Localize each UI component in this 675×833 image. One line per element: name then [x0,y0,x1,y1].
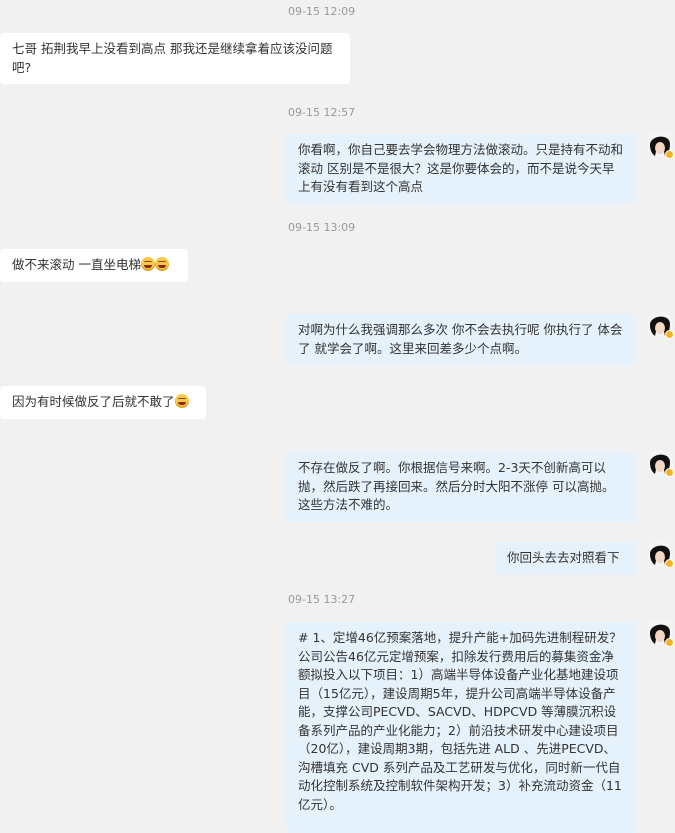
laughing-tears-emoji-icon [154,257,169,271]
message-text: 你看啊，你自己要去学会物理方法做滚动。只是持有不动和滚动 区别是不是很大？这是你… [298,142,624,194]
verified-badge-icon [665,468,674,477]
laughing-tears-emoji-icon [174,394,189,408]
incoming-message[interactable]: 做不来滚动 一直坐电梯 [0,249,188,282]
timestamp: 09-15 13:27 [288,593,356,606]
outgoing-message[interactable]: 你回头去去对照看下 [495,542,637,575]
outgoing-message[interactable]: 对啊为什么我强调那么多次 你不会去执行呢 你执行了 体会了 就学会了啊。这里来回… [286,314,637,365]
message-text: 对啊为什么我强调那么多次 你不会去执行呢 你执行了 体会了 就学会了啊。这里来回… [298,322,623,356]
laughing-tears-emoji-icon [140,257,155,271]
message-text: 因为有时候做反了后就不敢了 [12,394,175,409]
timestamp: 09-15 12:09 [288,5,356,18]
incoming-message[interactable]: 七哥 拓荆我早上没看到高点 那我还是继续拿着应该没问题吧? [0,33,350,84]
message-text: 七哥 拓荆我早上没看到高点 那我还是继续拿着应该没问题吧? [12,41,333,75]
verified-badge-icon [665,559,674,568]
verified-badge-icon [665,150,674,159]
timestamp: 09-15 13:09 [288,221,356,234]
outgoing-message[interactable]: 不存在做反了啊。你根据信号来啊。2-3天不创新高可以抛，然后跌了再接回来。然后分… [286,452,637,522]
message-text: 不存在做反了啊。你根据信号来啊。2-3天不创新高可以抛，然后跌了再接回来。然后分… [298,460,615,512]
message-text: 做不来滚动 一直坐电梯 [12,257,141,272]
timestamp: 09-15 12:57 [288,106,356,119]
incoming-message[interactable]: 因为有时候做反了后就不敢了 [0,386,206,419]
verified-badge-icon [665,638,674,647]
message-text: 你回头去去对照看下 [507,550,620,565]
outgoing-message[interactable]: 你看啊，你自己要去学会物理方法做滚动。只是持有不动和滚动 区别是不是很大？这是你… [286,134,637,204]
message-text: # 1、定增46亿预案落地，提升产能+加码先进制程研发？公司公告46亿元定增预案… [298,630,622,812]
outgoing-message[interactable]: # 1、定增46亿预案落地，提升产能+加码先进制程研发？公司公告46亿元定增预案… [286,622,637,833]
verified-badge-icon [665,330,674,339]
